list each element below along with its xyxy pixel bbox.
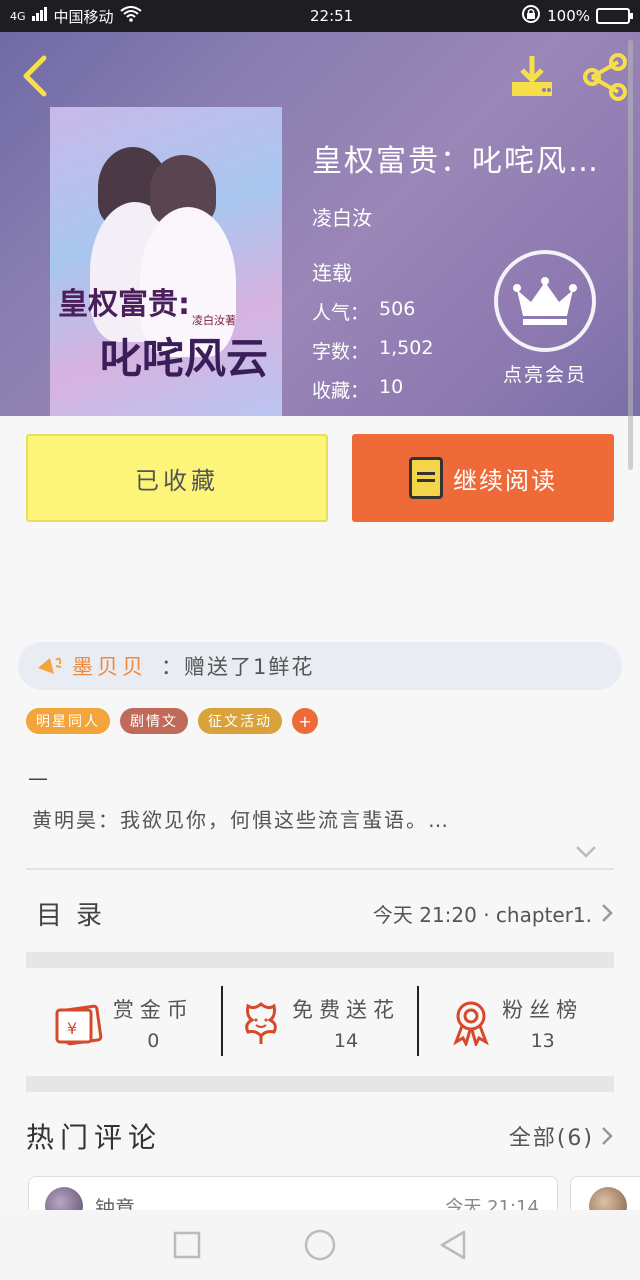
square-icon — [173, 1231, 200, 1259]
main-content: 已收藏 继续阅读 墨贝贝 ：赠送了1鲜花 明星同人 剧情文 征文活动 + — 黄… — [0, 416, 640, 1236]
wifi-icon — [119, 6, 142, 26]
book-author[interactable]: 凌白汝 — [312, 202, 632, 231]
latest-chapter: 今天 21:20 · chapter1. — [372, 902, 592, 927]
carrier-name: 中国移动 — [53, 7, 114, 26]
reward-coins[interactable]: ¥ 赏金币 0 — [26, 986, 221, 1060]
book-cover[interactable]: 皇权富贵: 凌白汝著 叱咤风云 — [50, 107, 282, 416]
triangle-back-icon — [441, 1230, 466, 1260]
continue-reading-label: 继续阅读 — [453, 466, 557, 495]
favorite-button[interactable]: 已收藏 — [26, 434, 328, 522]
chevron-right-icon — [602, 904, 613, 922]
horn-icon — [38, 657, 62, 674]
flower-icon — [245, 1002, 277, 1044]
section-separator — [26, 952, 614, 968]
share-button[interactable] — [580, 52, 630, 102]
cover-title-line1: 皇权富贵: — [58, 287, 190, 322]
add-tag-button[interactable]: + — [292, 708, 318, 734]
chevron-right-icon — [602, 1127, 613, 1145]
scrollbar[interactable] — [628, 40, 633, 470]
intro-dash: — — [28, 766, 48, 790]
divider — [26, 868, 614, 870]
download-button[interactable] — [508, 52, 556, 100]
book-title: 皇权富贵：叱咤风… — [312, 144, 600, 179]
rotation-lock-icon — [521, 4, 541, 28]
chevron-left-icon — [23, 55, 47, 97]
crown-icon — [513, 277, 577, 325]
signal-indicator: 4G — [10, 9, 26, 23]
comments-title: 热门评论 — [26, 1121, 163, 1154]
battery-icon — [596, 8, 633, 24]
catalog-label: 目录 — [36, 900, 117, 931]
flower-sender: 墨贝贝 — [72, 655, 147, 679]
cover-title-line2: 叱咤风云 — [100, 334, 269, 383]
status-bar: 4G 中国移动 22:51 100% — [0, 0, 640, 32]
book-intro[interactable]: 黄明昊：我欲见你，何惧这些流言蜚语。… — [32, 804, 592, 833]
tag-list: 明星同人 剧情文 征文活动 + — [26, 708, 318, 734]
reward-fan-ranking[interactable]: 粉丝榜 13 — [419, 986, 614, 1060]
back-button[interactable] — [18, 54, 54, 98]
battery-percent: 100% — [547, 7, 590, 25]
book-icon — [409, 457, 443, 499]
reward-row: ¥ 赏金币 0 免费送花 14 粉丝榜 13 — [26, 986, 614, 1060]
home-button[interactable] — [300, 1225, 340, 1265]
system-nav-bar — [0, 1210, 640, 1280]
flower-notice[interactable]: 墨贝贝 ：赠送了1鲜花 — [18, 642, 622, 690]
circle-icon — [304, 1229, 336, 1261]
flower-text: ：赠送了1鲜花 — [161, 655, 315, 679]
vip-button[interactable]: 点亮会员 — [492, 250, 598, 387]
tag-item[interactable]: 明星同人 — [26, 708, 110, 734]
section-separator — [26, 1076, 614, 1092]
back-nav-button[interactable] — [433, 1225, 473, 1265]
status-time: 22:51 — [310, 7, 354, 25]
catalog-row[interactable]: 目录 今天 21:20 · chapter1. — [26, 878, 614, 948]
continue-reading-button[interactable]: 继续阅读 — [352, 434, 614, 522]
share-icon — [583, 53, 627, 101]
tag-item[interactable]: 征文活动 — [198, 708, 282, 734]
all-comments-link[interactable]: 全部(6) — [509, 1120, 614, 1152]
red-envelope-icon: ¥ — [55, 1004, 103, 1046]
tag-item[interactable]: 剧情文 — [120, 708, 188, 734]
chevron-down-icon[interactable] — [574, 844, 598, 860]
signal-bars-icon — [31, 7, 48, 25]
medal-icon — [453, 1001, 490, 1046]
book-header: 皇权富贵: 凌白汝著 叱咤风云 皇权富贵：叱咤风… 凌白汝 连载 人气： 506 … — [0, 32, 640, 416]
reward-flowers[interactable]: 免费送花 14 — [223, 986, 418, 1060]
vip-label: 点亮会员 — [502, 364, 587, 386]
download-icon — [512, 56, 552, 96]
svg-text:¥: ¥ — [67, 1019, 77, 1038]
comments-header: 热门评论 全部(6) — [26, 1112, 614, 1160]
recent-apps-button[interactable] — [167, 1225, 207, 1265]
